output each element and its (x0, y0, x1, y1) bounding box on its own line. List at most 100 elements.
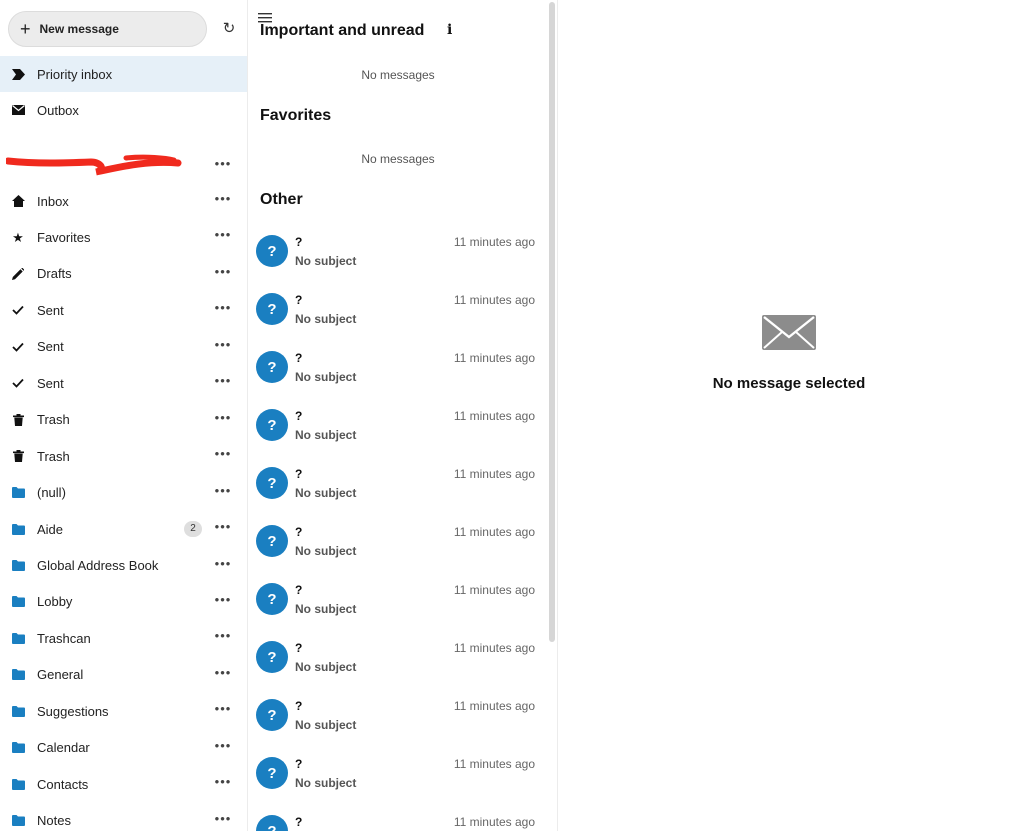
sidebar-item-label: Calendar (37, 740, 90, 756)
avatar: ? (256, 641, 288, 673)
sidebar-item-label: Sent (37, 375, 64, 391)
avatar: ? (256, 467, 288, 499)
message-list-item[interactable]: ?? No subject 11 minutes ago (249, 286, 547, 344)
avatar: ? (256, 409, 288, 441)
plus-icon: + (20, 19, 31, 39)
folder-menu-icon[interactable]: ••• (214, 812, 232, 829)
sidebar-item-suggestions[interactable]: Suggestions ••• (0, 693, 247, 729)
sidebar-item-label: Trash (37, 412, 70, 428)
trash-icon (10, 448, 26, 464)
sidebar-item-outbox[interactable]: Outbox (0, 92, 247, 128)
sidebar-item-inbox[interactable]: Inbox ••• (0, 183, 247, 219)
message-sender: ? (295, 467, 303, 481)
folder-menu-icon[interactable]: ••• (214, 301, 232, 318)
folder-menu-icon[interactable]: ••• (214, 629, 232, 646)
message-list-item[interactable]: ?? No subject 11 minutes ago (249, 634, 547, 692)
sidebar-item-trash[interactable]: Trash ••• (0, 438, 247, 474)
new-message-button[interactable]: + New message (8, 11, 207, 47)
message-sender: ? (295, 351, 303, 365)
message-subject: No subject (295, 254, 357, 268)
sidebar-item-priority-inbox[interactable]: Priority inbox (0, 56, 247, 92)
sidebar-item-trash[interactable]: Trash ••• (0, 402, 247, 438)
message-timestamp: 11 minutes ago (453, 815, 535, 829)
message-list-item[interactable]: ?? No subject 11 minutes ago (249, 692, 547, 750)
sidebar-item-label: Sent (37, 339, 64, 355)
sidebar-item-sent[interactable]: Sent ••• (0, 365, 247, 401)
message-timestamp: 11 minutes ago (453, 641, 535, 655)
redaction-mark (6, 154, 182, 176)
sidebar-item-general[interactable]: General ••• (0, 657, 247, 693)
message-list-item[interactable]: ?? No subject 11 minutes ago (249, 460, 547, 518)
folder-icon (10, 558, 26, 574)
sidebar-item-label: Contacts (37, 776, 89, 792)
info-icon[interactable]: i (447, 22, 452, 38)
folder-icon (10, 776, 26, 792)
sidebar-item-label: Lobby (37, 594, 73, 610)
sidebar-item-aide[interactable]: Aide 2 ••• (0, 511, 247, 547)
folder-icon (10, 667, 26, 683)
folder-menu-icon[interactable]: ••• (214, 520, 232, 537)
sidebar-item-label: Suggestions (37, 703, 109, 719)
folder-menu-icon[interactable]: ••• (214, 557, 232, 574)
folder-menu-icon[interactable]: ••• (214, 338, 232, 355)
folder-menu-icon[interactable]: ••• (214, 702, 232, 719)
sidebar-item-label: Favorites (37, 229, 91, 245)
folder-menu-icon[interactable]: ••• (214, 374, 232, 391)
folder-menu-icon[interactable]: ••• (214, 411, 232, 428)
sidebar-item-sent[interactable]: Sent ••• (0, 292, 247, 328)
folder-menu-icon[interactable]: ••• (214, 228, 232, 245)
sidebar-item-null[interactable]: (null) ••• (0, 475, 247, 511)
message-list: Important and unread i No messages Favor… (249, 0, 558, 831)
message-sender: ? (295, 235, 303, 249)
message-subject: No subject (295, 544, 357, 558)
folder-menu-icon[interactable]: ••• (214, 484, 232, 501)
section-title-important: Important and unread (260, 22, 425, 39)
folder-menu-icon[interactable]: ••• (214, 775, 232, 792)
sidebar-item-global-address-book[interactable]: Global Address Book ••• (0, 548, 247, 584)
message-list-item[interactable]: ?? No subject 11 minutes ago (249, 576, 547, 634)
folder-menu-icon[interactable]: ••• (214, 666, 232, 683)
label-arrow-icon (10, 66, 26, 82)
message-subject: No subject (295, 602, 357, 616)
sidebar-item-drafts[interactable]: Drafts ••• (0, 256, 247, 292)
folder-menu-icon[interactable]: ••• (214, 739, 232, 756)
sidebar-item-calendar[interactable]: Calendar ••• (0, 730, 247, 766)
message-timestamp: 11 minutes ago (453, 467, 535, 481)
sidebar-item-contacts[interactable]: Contacts ••• (0, 766, 247, 802)
sidebar-item-notes[interactable]: Notes ••• (0, 803, 247, 831)
message-list-item[interactable]: ?? No subject 11 minutes ago (249, 402, 547, 460)
message-list-item[interactable]: ?? No subject 11 minutes ago (249, 344, 547, 402)
message-timestamp: 11 minutes ago (453, 409, 535, 423)
message-list-item[interactable]: ?? No subject 11 minutes ago (249, 750, 547, 808)
message-subject: No subject (295, 776, 357, 790)
section-title-other: Other (260, 191, 303, 208)
folder-menu-icon[interactable]: ••• (214, 265, 232, 282)
message-list-item[interactable]: ?? No subject 11 minutes ago (249, 518, 547, 576)
sidebar-item-favorites[interactable]: ★ Favorites ••• (0, 219, 247, 255)
section-title-favorites: Favorites (260, 107, 332, 124)
message-sender: ? (295, 525, 303, 539)
pencil-icon (10, 266, 26, 282)
message-timestamp: 11 minutes ago (453, 235, 535, 249)
folder-menu-icon[interactable]: ••• (214, 192, 232, 209)
folder-icon (10, 594, 26, 610)
message-view: No message selected (558, 0, 1024, 831)
sidebar-item-lobby[interactable]: Lobby ••• (0, 584, 247, 620)
trash-icon (10, 412, 26, 428)
folder-menu-icon[interactable]: ••• (214, 447, 232, 464)
sidebar: + New message ↻ Priority inbox Outbox ••… (0, 0, 248, 831)
star-icon: ★ (12, 229, 24, 245)
avatar: ? (256, 583, 288, 615)
message-list-item[interactable]: ?? No subject 11 minutes ago (249, 228, 547, 286)
sidebar-item-sent[interactable]: Sent ••• (0, 329, 247, 365)
empty-message-text: No messages (361, 152, 435, 166)
scrollbar[interactable] (549, 2, 555, 642)
account-menu-icon[interactable]: ••• (214, 157, 232, 174)
message-subject: No subject (295, 370, 357, 384)
refresh-icon[interactable]: ↻ (220, 20, 238, 38)
sidebar-item-label: Drafts (37, 266, 72, 282)
folder-menu-icon[interactable]: ••• (214, 593, 232, 610)
sidebar-item-trashcan[interactable]: Trashcan ••• (0, 620, 247, 656)
message-list-item[interactable]: ?? 11 minutes ago (249, 808, 547, 831)
avatar: ? (256, 235, 288, 267)
